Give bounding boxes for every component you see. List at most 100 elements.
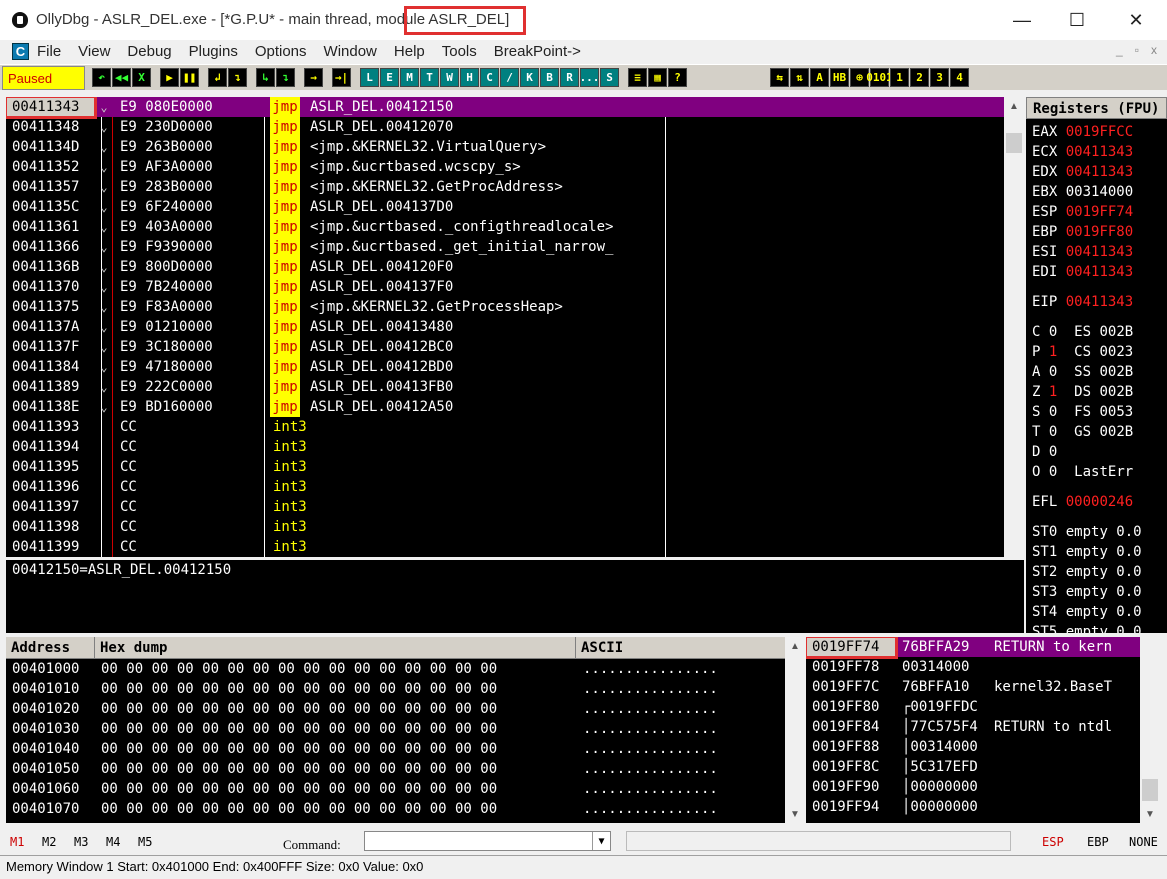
dump-ascii[interactable]: ................ xyxy=(575,799,718,819)
disasm-row[interactable]: 00411384 ⌄ E9 47180000 jmp ASLR_DEL.00412BD0 xyxy=(6,357,1004,377)
disasm-row[interactable]: 0041137A ⌄ E9 01210000 jmp ASLR_DEL.00413480 xyxy=(6,317,1004,337)
disasm-address[interactable]: 00411397 xyxy=(6,497,95,517)
flag-value[interactable]: 0 xyxy=(1049,364,1057,380)
dump-ascii[interactable]: ................ xyxy=(575,739,718,759)
tb-plugin-0-button[interactable]: ⇆ xyxy=(770,68,789,87)
tb-step-0-button[interactable]: ↲ xyxy=(208,68,227,87)
register-row[interactable]: ESP 0019FF74 xyxy=(1026,202,1167,222)
dump-hex-bytes[interactable]: 00 00 00 00 00 00 00 00 00 00 00 00 00 0… xyxy=(95,779,575,799)
none-mode-button[interactable]: NONE xyxy=(1129,835,1158,849)
flag-value[interactable]: 0 xyxy=(1049,424,1057,440)
tb-run-control-2-button[interactable]: X xyxy=(132,68,151,87)
scroll-down-arrow-icon[interactable]: ▼ xyxy=(1140,805,1160,823)
register-row-efl[interactable]: EFL 00000246 xyxy=(1026,492,1167,512)
disasm-row[interactable]: 0041137F ⌄ E9 3C180000 jmp ASLR_DEL.00412BC0 xyxy=(6,337,1004,357)
disasm-row[interactable]: 0041136B ⌄ E9 800D0000 jmp ASLR_DEL.004120F0 xyxy=(6,257,1004,277)
fpu-row[interactable]: ST3 empty 0.0 xyxy=(1026,582,1167,602)
dump-ascii[interactable]: ................ xyxy=(575,759,718,779)
scroll-thumb[interactable] xyxy=(1142,779,1158,801)
tb-window-5-button[interactable]: H xyxy=(460,68,479,87)
dump-hex-bytes[interactable]: 00 00 00 00 00 00 00 00 00 00 00 00 00 0… xyxy=(95,699,575,719)
disasm-address[interactable]: 00411375 xyxy=(6,297,95,317)
fpu-row[interactable]: ST2 empty 0.0 xyxy=(1026,562,1167,582)
stack-row[interactable]: 0019FF84 │77C575F4 RETURN to ntdl xyxy=(806,717,1140,737)
tb-window-0-button[interactable]: L xyxy=(360,68,379,87)
disasm-address[interactable]: 00411394 xyxy=(6,437,95,457)
register-value[interactable]: 00411343 xyxy=(1066,294,1133,310)
dump-hex-bytes[interactable]: 00 00 00 00 00 00 00 00 00 00 00 00 00 0… xyxy=(95,799,575,819)
flag-row[interactable]: C 0 ES 002B xyxy=(1026,322,1167,342)
menu-item-options[interactable]: Options xyxy=(255,43,307,60)
stack-address[interactable]: 0019FF88 xyxy=(806,737,896,757)
tb-goto-0-button[interactable]: →| xyxy=(332,68,351,87)
tb-window-3-button[interactable]: T xyxy=(420,68,439,87)
stack-row[interactable]: 0019FF78 00314000 xyxy=(806,657,1140,677)
command-input[interactable]: ▼ xyxy=(364,831,611,851)
flag-row[interactable]: A 0 SS 002B xyxy=(1026,362,1167,382)
dump-ascii[interactable]: ................ xyxy=(575,679,718,699)
disasm-row[interactable]: 00411398 CC int3 xyxy=(6,517,1004,537)
register-value[interactable]: 0019FF74 xyxy=(1066,204,1133,220)
disasm-address[interactable]: 0041135C xyxy=(6,197,95,217)
stack-value[interactable]: ┌0019FFDC xyxy=(896,697,988,717)
tb-window-10-button[interactable]: R xyxy=(560,68,579,87)
tb-trace-1-button[interactable]: ↴ xyxy=(276,68,295,87)
register-row[interactable]: ESI 00411343 xyxy=(1026,242,1167,262)
disasm-address[interactable]: 00411361 xyxy=(6,217,95,237)
tb-window-6-button[interactable]: C xyxy=(480,68,499,87)
tb-options-1-button[interactable]: ▦ xyxy=(648,68,667,87)
disasm-row[interactable]: 0041138E ⌄ E9 BD160000 jmp ASLR_DEL.00412A50 xyxy=(6,397,1004,417)
dump-address[interactable]: 00401050 xyxy=(6,759,95,779)
dump-row[interactable]: 00401060 00 00 00 00 00 00 00 00 00 00 00… xyxy=(6,779,785,799)
tb-options-0-button[interactable]: ≡ xyxy=(628,68,647,87)
stack-row[interactable]: 0019FF88 │00314000 xyxy=(806,737,1140,757)
memory-marker-m3[interactable]: M3 xyxy=(74,835,88,849)
dump-row[interactable]: 00401050 00 00 00 00 00 00 00 00 00 00 00… xyxy=(6,759,785,779)
dump-ascii[interactable]: ................ xyxy=(575,699,718,719)
dump-row[interactable]: 00401070 00 00 00 00 00 00 00 00 00 00 00… xyxy=(6,799,785,819)
disasm-row[interactable]: 00411375 ⌄ E9 F83A0000 jmp <jmp.&KERNEL32.Ge… xyxy=(6,297,1004,317)
maximize-button[interactable]: ☐ xyxy=(1048,0,1106,40)
dump-row[interactable]: 00401040 00 00 00 00 00 00 00 00 00 00 00… xyxy=(6,739,785,759)
dump-hex-bytes[interactable]: 00 00 00 00 00 00 00 00 00 00 00 00 00 0… xyxy=(95,739,575,759)
disasm-address[interactable]: 00411370 xyxy=(6,277,95,297)
disasm-address[interactable]: 0041137A xyxy=(6,317,95,337)
disassembly-pane[interactable]: 00411343 ⌄ E9 080E0000 jmp ASLR_DEL.00412150… xyxy=(6,97,1004,557)
registers-pane[interactable]: Registers (FPU) EAX 0019FFCC ECX 00411343… xyxy=(1026,97,1167,633)
tb-run-control-0-button[interactable]: ↶ xyxy=(92,68,111,87)
disasm-address[interactable]: 00411348 xyxy=(6,117,95,137)
register-row-eip[interactable]: EIP 00411343 xyxy=(1026,292,1167,312)
stack-row[interactable]: 0019FF94 │00000000 xyxy=(806,797,1140,817)
disasm-address[interactable]: 0041138E xyxy=(6,397,95,417)
disasm-row[interactable]: 00411357 ⌄ E9 283B0000 jmp <jmp.&KERNEL32.Ge… xyxy=(6,177,1004,197)
dump-hex-bytes[interactable]: 00 00 00 00 00 00 00 00 00 00 00 00 00 0… xyxy=(95,679,575,699)
tb-plugin-8-button[interactable]: 3 xyxy=(930,68,949,87)
tb-run-pause-0-button[interactable]: ▶ xyxy=(160,68,179,87)
disasm-row[interactable]: 00411366 ⌄ E9 F9390000 jmp <jmp.&ucrtbased._… xyxy=(6,237,1004,257)
dump-address[interactable]: 00401070 xyxy=(6,799,95,819)
dump-col-address[interactable]: Address xyxy=(6,637,95,659)
flag-value[interactable]: 0 xyxy=(1049,404,1057,420)
disasm-address[interactable]: 00411389 xyxy=(6,377,95,397)
tb-plugin-2-button[interactable]: A xyxy=(810,68,829,87)
stack-value[interactable]: │00000000 xyxy=(896,777,988,797)
stack-address[interactable]: 0019FF90 xyxy=(806,777,896,797)
tb-window-12-button[interactable]: S xyxy=(600,68,619,87)
register-value[interactable]: 00411343 xyxy=(1066,164,1133,180)
scroll-up-arrow-icon[interactable]: ▲ xyxy=(785,637,805,655)
memory-marker-m1[interactable]: M1 xyxy=(10,835,24,849)
dump-row[interactable]: 00401030 00 00 00 00 00 00 00 00 00 00 00… xyxy=(6,719,785,739)
disasm-address[interactable]: 0041136B xyxy=(6,257,95,277)
disasm-address[interactable]: 00411398 xyxy=(6,517,95,537)
stack-value[interactable]: 76BFFA29 xyxy=(896,637,988,657)
flag-value[interactable]: 0 xyxy=(1049,324,1057,340)
tb-exec-till-0-button[interactable]: → xyxy=(304,68,323,87)
menu-item-window[interactable]: Window xyxy=(324,43,377,60)
fpu-row[interactable]: ST5 empty 0.0 xyxy=(1026,622,1167,633)
stack-address[interactable]: 0019FF8C xyxy=(806,757,896,777)
flag-value[interactable]: 1 xyxy=(1049,384,1057,400)
tb-step-1-button[interactable]: ↴ xyxy=(228,68,247,87)
register-row[interactable]: EBX 00314000 xyxy=(1026,182,1167,202)
memory-marker-m4[interactable]: M4 xyxy=(106,835,120,849)
tb-window-4-button[interactable]: W xyxy=(440,68,459,87)
